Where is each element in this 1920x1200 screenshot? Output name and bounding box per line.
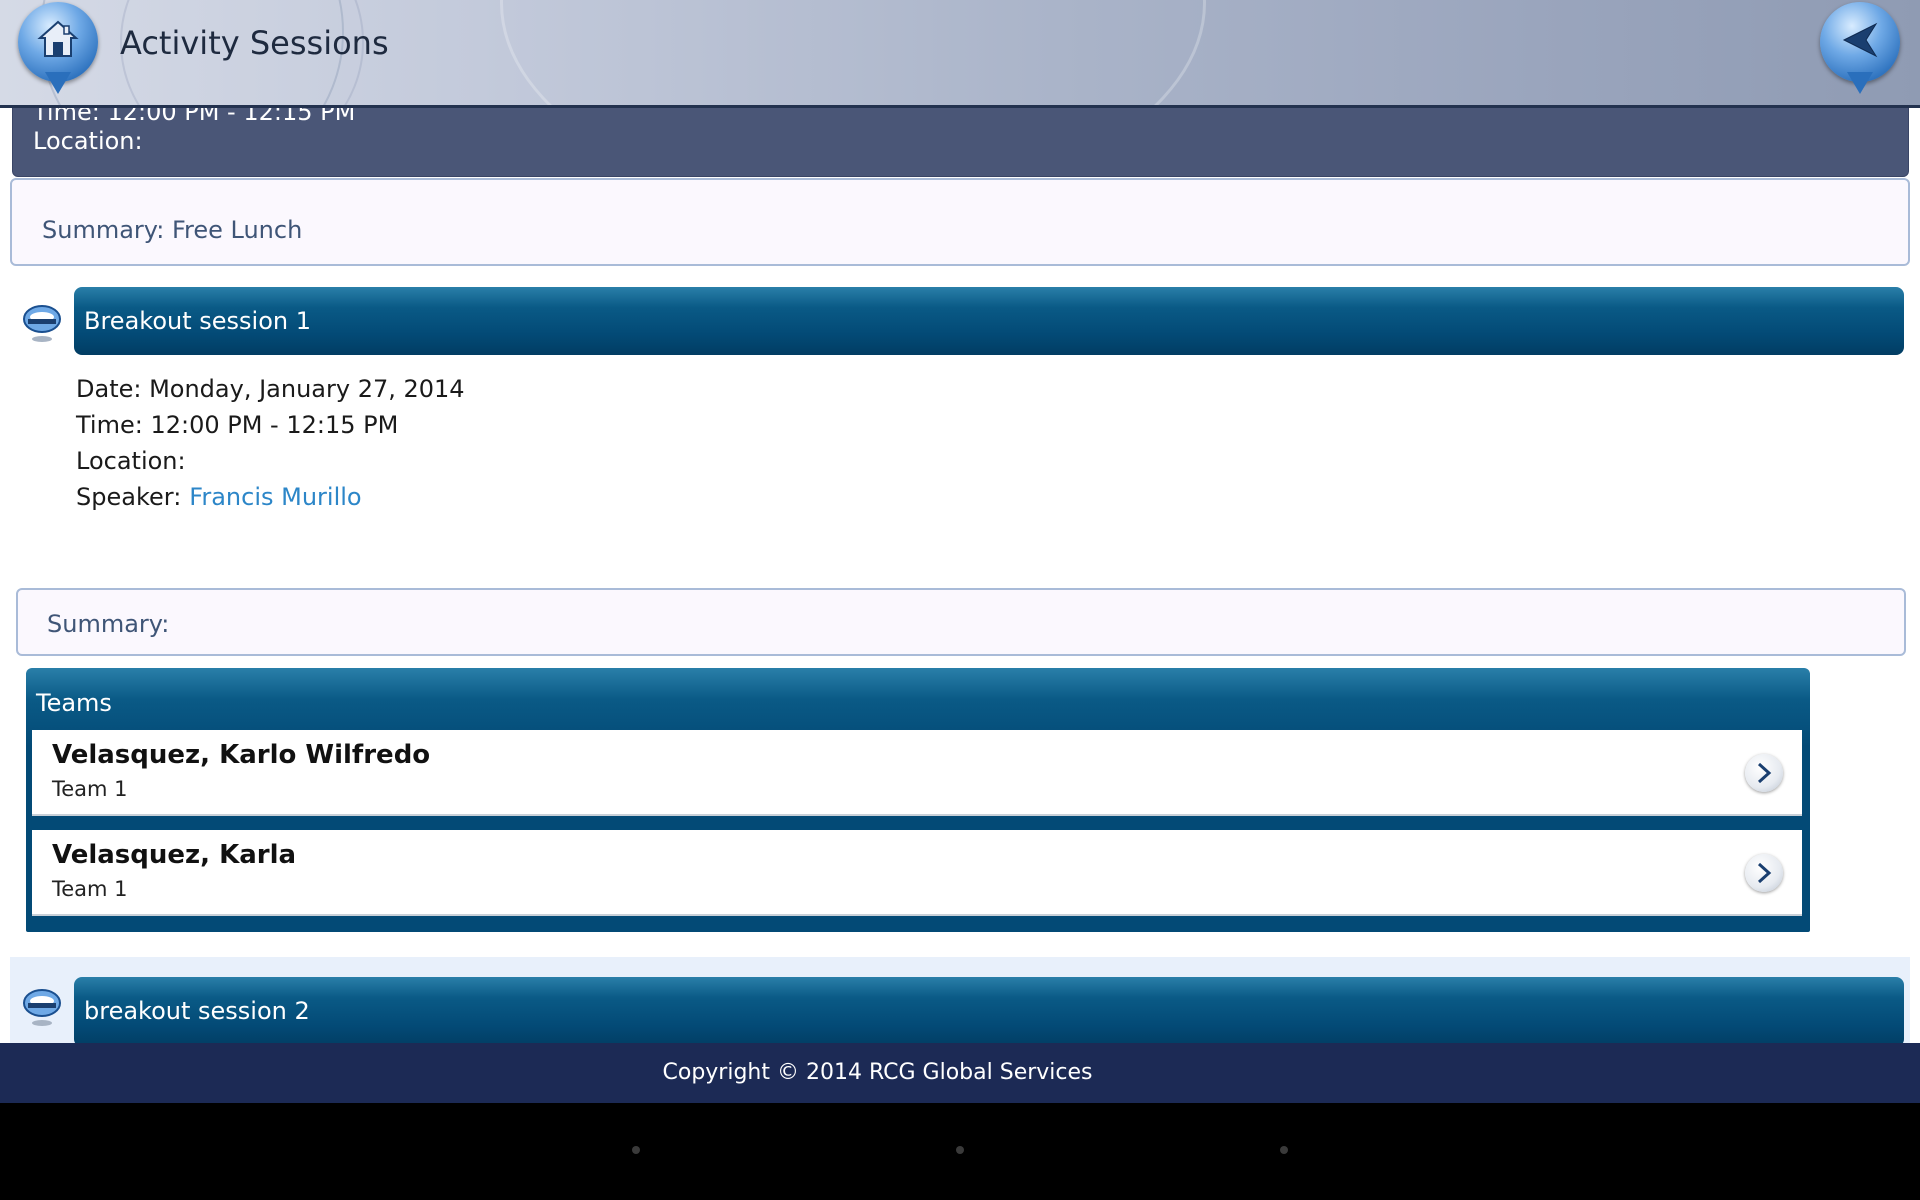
previous-session-time: Time: 12:00 PM - 12:15 PM xyxy=(33,105,356,126)
copyright-text: Copyright © 2014 RCG Global Services xyxy=(662,1060,1093,1085)
previous-session-summary: Summary: Free Lunch xyxy=(10,178,1910,266)
home-button[interactable] xyxy=(18,2,98,94)
session-list[interactable]: Time: 12:00 PM - 12:15 PM Location: Summ… xyxy=(0,105,1920,1045)
nav-recents-button[interactable] xyxy=(1280,1146,1288,1154)
session-title: Breakout session 1 xyxy=(84,307,311,335)
session-pin-icon xyxy=(23,305,61,342)
app-footer: Copyright © 2014 RCG Global Services xyxy=(0,1043,1920,1103)
teams-panel: Teams Velasquez, Karlo Wilfredo Team 1 V… xyxy=(26,668,1810,932)
page-title: Activity Sessions xyxy=(120,24,389,62)
session-speaker: Speaker: Francis Murillo xyxy=(76,479,465,515)
session-header[interactable]: breakout session 2 xyxy=(74,977,1904,1045)
header-decoration xyxy=(500,0,1206,105)
session-pin-icon xyxy=(23,989,61,1026)
session-location: Location: xyxy=(76,447,186,475)
team-member-row[interactable]: Velasquez, Karlo Wilfredo Team 1 xyxy=(32,730,1802,816)
session-time: Time: 12:00 PM - 12:15 PM xyxy=(76,411,399,439)
member-team: Team 1 xyxy=(52,877,128,901)
back-arrow-icon xyxy=(1842,22,1878,58)
team-member-row[interactable]: Velasquez, Karla Team 1 xyxy=(32,830,1802,916)
summary-text: Summary: xyxy=(47,610,170,638)
member-name: Velasquez, Karlo Wilfredo xyxy=(52,740,431,770)
teams-header: Teams xyxy=(36,689,112,717)
home-icon xyxy=(37,20,79,57)
back-button[interactable] xyxy=(1820,2,1900,94)
session-details: Date: Monday, January 27, 2014 Time: 12:… xyxy=(76,371,465,515)
member-name: Velasquez, Karla xyxy=(52,840,297,870)
session-date: Date: Monday, January 27, 2014 xyxy=(76,375,465,403)
summary-text: Summary: Free Lunch xyxy=(42,216,303,244)
speaker-link[interactable]: Francis Murillo xyxy=(189,483,361,511)
session-header[interactable]: Breakout session 1 xyxy=(74,287,1904,355)
speaker-label: Speaker: xyxy=(76,483,182,511)
chevron-right-icon[interactable] xyxy=(1745,754,1783,792)
nav-home-button[interactable] xyxy=(956,1146,964,1154)
chevron-right-icon[interactable] xyxy=(1745,854,1783,892)
previous-session-location: Location: xyxy=(33,127,143,155)
session-summary: Summary: xyxy=(16,588,1906,656)
member-team: Team 1 xyxy=(52,777,128,801)
nav-back-button[interactable] xyxy=(632,1146,640,1154)
session-title: breakout session 2 xyxy=(84,997,310,1025)
previous-session-details: Time: 12:00 PM - 12:15 PM Location: xyxy=(12,105,1909,177)
app-header: Activity Sessions xyxy=(0,0,1920,108)
